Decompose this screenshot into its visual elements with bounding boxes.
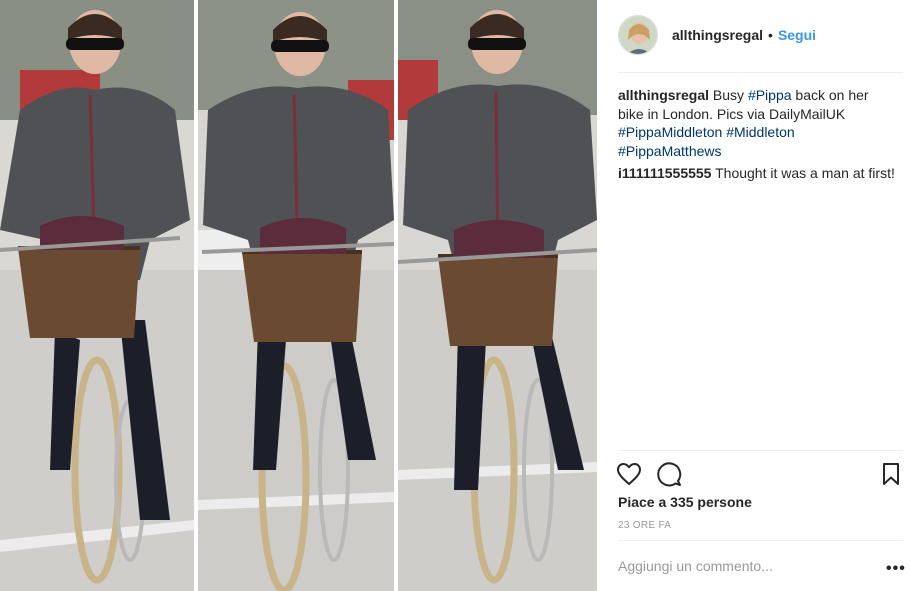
photo-panel-center <box>198 0 394 591</box>
follow-button[interactable]: Segui <box>778 27 816 43</box>
header-divider <box>618 72 903 73</box>
hashtag-link[interactable]: #PippaMatthews <box>618 143 722 159</box>
avatar[interactable] <box>618 15 658 55</box>
cyclist-photo-left <box>0 0 194 591</box>
caption: allthingsregal Busy #Pippa back on her b… <box>618 86 898 160</box>
post-side-panel: allthingsregal • Segui allthingsregal Bu… <box>597 0 910 591</box>
avatar-image <box>619 16 657 54</box>
hashtag-link[interactable]: #PippaMiddleton <box>618 124 722 140</box>
post-photo[interactable] <box>0 0 597 591</box>
heart-icon[interactable] <box>615 460 643 488</box>
likes-count[interactable]: Piace a 335 persone <box>618 494 752 510</box>
caption-text: Busy <box>712 87 745 103</box>
post-timestamp: 23 ORE FA <box>618 520 672 531</box>
username-link[interactable]: allthingsregal <box>672 27 763 43</box>
hashtag-link[interactable]: #Middleton <box>726 124 795 140</box>
photo-panel-left <box>0 0 194 591</box>
separator-dot: • <box>768 27 773 43</box>
comment-bubble-icon[interactable] <box>655 460 683 488</box>
cyclist-photo-right <box>398 0 597 591</box>
caption-username[interactable]: allthingsregal <box>618 87 709 103</box>
more-options-icon[interactable]: ••• <box>886 560 906 578</box>
list-item: i111111555555 Thought it was a man at fi… <box>618 164 898 183</box>
cyclist-photo-center <box>198 0 394 591</box>
hashtag-link[interactable]: #Pippa <box>748 87 792 103</box>
bookmark-icon[interactable] <box>877 460 905 488</box>
photo-panel-right <box>398 0 597 591</box>
comment-text: Thought it was a man at first! <box>715 165 895 181</box>
comments-list: allthingsregal Busy #Pippa back on her b… <box>618 86 898 187</box>
action-bar <box>615 460 905 488</box>
add-comment-input[interactable] <box>618 558 868 574</box>
post-header: allthingsregal • Segui <box>618 14 903 56</box>
comment-username[interactable]: i111111555555 <box>618 165 711 181</box>
comment-box-divider <box>618 540 903 541</box>
actions-divider <box>618 450 903 451</box>
